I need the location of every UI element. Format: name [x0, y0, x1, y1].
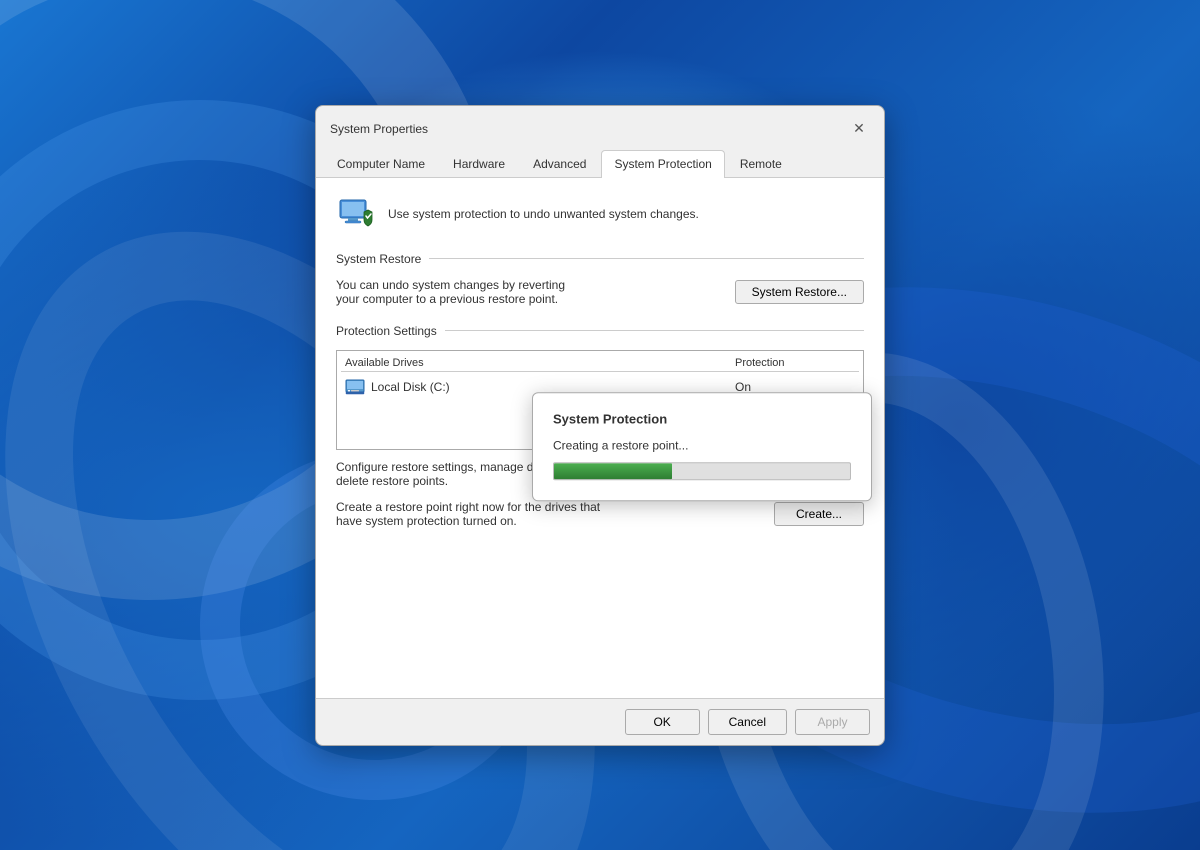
header-description: Use system protection to undo unwanted s… — [388, 207, 699, 221]
column-headers: Available Drives Protection — [341, 355, 859, 372]
protection-settings-divider: Protection Settings — [336, 324, 864, 338]
system-restore-section: System Restore You can undo system chang… — [336, 252, 864, 306]
protection-settings-label: Protection Settings — [336, 324, 437, 338]
progress-dialog-title: System Protection — [553, 411, 851, 426]
system-restore-button[interactable]: System Restore... — [735, 280, 864, 304]
drive-icon — [345, 379, 365, 395]
tab-bar: Computer Name Hardware Advanced System P… — [316, 150, 884, 178]
create-button[interactable]: Create... — [774, 502, 864, 526]
progress-dialog: System Protection Creating a restore poi… — [532, 392, 872, 501]
col-header-protection: Protection — [735, 357, 855, 369]
progress-dialog-message: Creating a restore point... — [553, 438, 851, 452]
header-section: Use system protection to undo unwanted s… — [336, 194, 864, 234]
divider-line — [429, 258, 864, 259]
progress-bar-container — [553, 462, 851, 480]
progress-bar-fill — [554, 463, 672, 479]
cancel-button[interactable]: Cancel — [708, 709, 787, 735]
tab-remote[interactable]: Remote — [727, 150, 795, 177]
apply-button[interactable]: Apply — [795, 709, 870, 735]
col-header-available: Available Drives — [345, 357, 735, 369]
dialog-titlebar: System Properties ✕ — [316, 106, 884, 150]
tab-advanced[interactable]: Advanced — [520, 150, 599, 177]
close-button[interactable]: ✕ — [846, 116, 872, 142]
create-row: Create a restore point right now for the… — [336, 500, 864, 528]
dialog-footer: OK Cancel Apply — [316, 698, 884, 745]
system-restore-label: System Restore — [336, 252, 421, 266]
tab-computer-name[interactable]: Computer Name — [324, 150, 438, 177]
dialog-title: System Properties — [330, 122, 428, 136]
dialog-overlay: System Properties ✕ Computer Name Hardwa… — [0, 0, 1200, 850]
system-properties-dialog: System Properties ✕ Computer Name Hardwa… — [315, 105, 885, 746]
system-protection-icon — [336, 194, 376, 234]
ok-button[interactable]: OK — [625, 709, 700, 735]
divider-line-2 — [445, 330, 864, 331]
restore-description: You can undo system changes by reverting… — [336, 278, 723, 306]
tab-system-protection[interactable]: System Protection — [601, 150, 724, 178]
tab-hardware[interactable]: Hardware — [440, 150, 518, 177]
create-description: Create a restore point right now for the… — [336, 500, 762, 528]
restore-row: You can undo system changes by reverting… — [336, 278, 864, 306]
system-restore-divider: System Restore — [336, 252, 864, 266]
